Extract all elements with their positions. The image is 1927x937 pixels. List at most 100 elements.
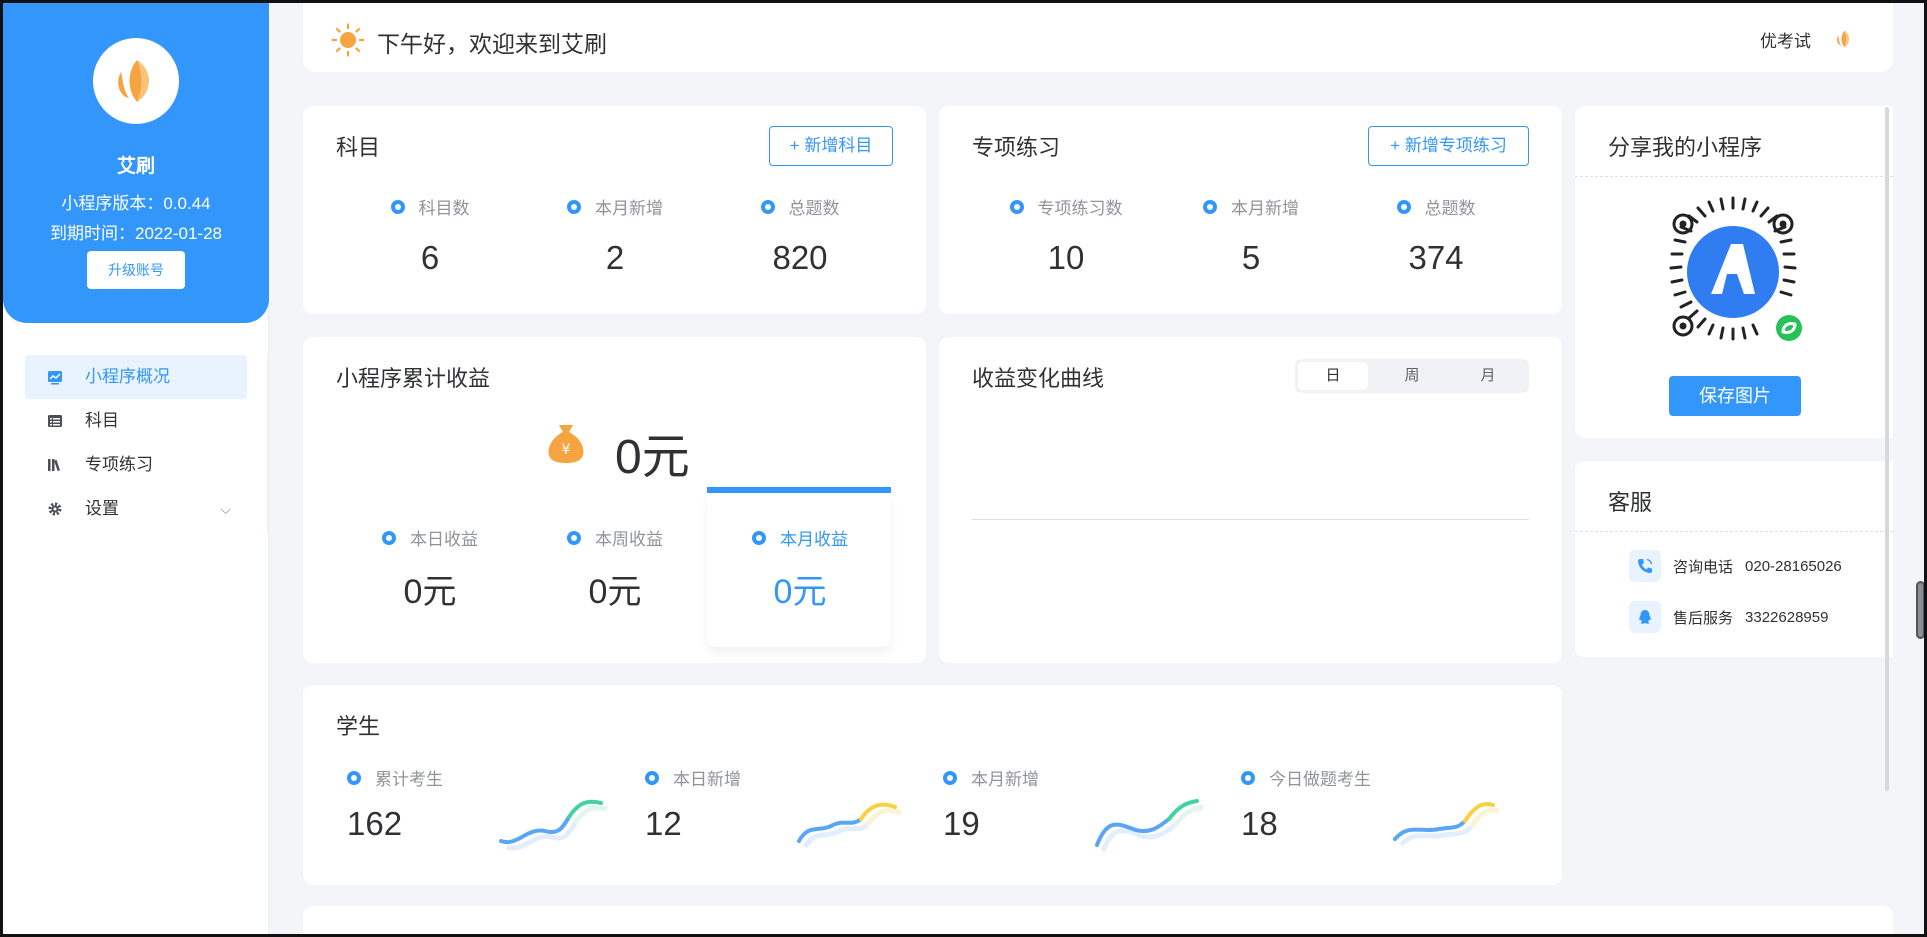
tab-month[interactable]: 月 <box>1453 362 1523 390</box>
stat-label: 总题数 <box>1424 199 1476 218</box>
ring-icon <box>1241 770 1255 785</box>
divider <box>1575 176 1893 177</box>
stat-label: 本月新增 <box>971 770 1039 789</box>
stat-subject-count: 科目数 6 <box>337 194 523 277</box>
student-value: 12 <box>645 805 682 842</box>
list-icon <box>48 415 62 427</box>
service-title: 客服 <box>1608 490 1653 515</box>
ring-icon <box>390 199 405 214</box>
ring-icon <box>347 770 361 785</box>
sidebar: 艾刷 小程序版本：0.0.44 到期时间：2022-01-28 升级账号 小程序… <box>3 3 269 934</box>
earnings-card: 小程序累计收益 ¥ 0元 本日收益 0元 本周收益 0元 本月收益 0元 <box>303 337 926 663</box>
earnings-curve-card: 收益变化曲线 日 周 月 <box>939 337 1562 663</box>
app-window: 艾刷 小程序版本：0.0.44 到期时间：2022-01-28 升级账号 小程序… <box>0 0 1927 937</box>
ring-icon <box>1396 199 1411 214</box>
subjects-title: 科目 <box>336 135 381 160</box>
earn-value: 0元 <box>773 573 827 611</box>
sparkline-icon <box>1393 802 1500 847</box>
stat-label: 累计考生 <box>375 770 443 789</box>
sidebar-item-subjects[interactable]: 科目 <box>25 399 247 443</box>
stat-practice-month-new: 本月新增 5 <box>1158 194 1344 277</box>
period-segmented-control: 日 周 月 <box>1295 359 1529 393</box>
qr-code-icon <box>1669 196 1805 344</box>
gear-icon <box>48 502 62 516</box>
earn-value: 0元 <box>588 573 642 611</box>
stat-label: 科目数 <box>418 199 470 218</box>
ring-icon <box>1203 199 1217 214</box>
stat-value: 5 <box>1241 239 1261 276</box>
upgrade-button[interactable]: 升级账号 <box>87 251 185 289</box>
students-card: 学生 累计考生 162 本日新增 12 本月新增 19 今日做题考生 18 <box>303 685 1562 885</box>
user-name[interactable]: 优考试 <box>1760 27 1811 52</box>
qq-number: 3322628959 <box>1745 608 1829 626</box>
sun-icon <box>331 23 365 57</box>
add-practice-button[interactable]: + 新增专项练习 <box>1368 126 1529 166</box>
curve-title: 收益变化曲线 <box>972 366 1105 391</box>
stat-value: 6 <box>420 239 440 276</box>
earnings-total: 0元 <box>615 431 690 484</box>
student-value: 162 <box>347 805 403 842</box>
earn-value: 0元 <box>403 573 457 611</box>
leaf-logo-icon <box>118 60 149 102</box>
curve-x-axis <box>972 519 1529 520</box>
sparkline-icon <box>499 799 608 851</box>
earnings-title: 小程序累计收益 <box>336 366 491 391</box>
tab-week[interactable]: 周 <box>1377 362 1447 390</box>
profile-panel: 艾刷 小程序版本：0.0.44 到期时间：2022-01-28 升级账号 <box>3 3 269 323</box>
phone-number: 020-28165026 <box>1745 557 1842 575</box>
earn-week[interactable]: 本周收益 0元 <box>522 525 708 613</box>
stat-label: 专项练习数 <box>1037 199 1123 218</box>
stat-label: 本月收益 <box>780 530 848 549</box>
qq-icon <box>1629 601 1661 633</box>
stat-value: 820 <box>772 239 828 276</box>
service-phone-row: 咨询电话 020-28165026 <box>1629 549 1842 583</box>
ring-icon <box>567 199 581 214</box>
app-logo <box>93 38 179 124</box>
sidebar-item-overview[interactable]: 小程序概况 <box>25 355 247 399</box>
books-icon <box>48 459 60 472</box>
sidebar-item-practice[interactable]: 专项练习 <box>25 443 247 487</box>
ring-icon <box>943 770 957 785</box>
money-bag-icon: ¥ <box>548 425 584 463</box>
ring-icon <box>1009 199 1024 214</box>
add-subject-button[interactable]: + 新增科目 <box>769 126 893 166</box>
page-scrollbar-thumb[interactable] <box>1916 581 1924 639</box>
student-value: 18 <box>1241 805 1278 842</box>
ring-icon <box>760 199 775 214</box>
student-value: 19 <box>943 805 980 842</box>
sidebar-item-label: 设置 <box>85 499 119 518</box>
greeting-text: 下午好，欢迎来到艾刷 <box>377 31 607 57</box>
earn-day[interactable]: 本日收益 0元 <box>337 525 523 613</box>
share-card: 分享我的小程序 保存图片 <box>1575 106 1893 438</box>
stat-value: 374 <box>1408 239 1464 276</box>
stat-label: 今日做题考生 <box>1269 770 1371 789</box>
next-card-partial <box>303 906 1893 934</box>
stat-value: 2 <box>605 239 625 276</box>
ring-icon <box>382 530 396 545</box>
customer-service-card: 客服 咨询电话 020-28165026 售后服务 3322628959 <box>1575 461 1893 657</box>
student-day-new: 本日新增 12 <box>635 765 935 865</box>
sidebar-item-settings[interactable]: 设置 ⌵ <box>25 487 247 531</box>
phone-icon <box>1629 550 1661 582</box>
inner-scrollbar[interactable] <box>1885 107 1889 791</box>
phone-label: 咨询电话 <box>1673 558 1734 576</box>
app-name: 艾刷 <box>116 156 155 177</box>
ring-icon <box>645 770 659 785</box>
chevron-down-icon: ⌵ <box>220 501 231 517</box>
sidebar-item-label: 专项练习 <box>85 455 153 474</box>
save-image-button[interactable]: 保存图片 <box>1669 376 1801 416</box>
user-avatar-icon[interactable] <box>1835 29 1853 49</box>
earn-month[interactable]: 本月收益 0元 <box>707 525 893 613</box>
tab-day[interactable]: 日 <box>1298 362 1368 390</box>
ring-icon <box>752 530 766 545</box>
service-qq-row: 售后服务 3322628959 <box>1629 600 1828 634</box>
stat-label: 本日收益 <box>410 530 478 549</box>
stat-subject-month-new: 本月新增 2 <box>522 194 708 277</box>
divider <box>1575 531 1893 532</box>
svg-text:¥: ¥ <box>562 442 571 458</box>
stat-label: 总题数 <box>788 199 840 218</box>
app-version: 小程序版本：0.0.44 <box>61 194 211 213</box>
stat-label: 本日新增 <box>673 770 741 789</box>
stat-practice-count: 专项练习数 10 <box>973 194 1159 277</box>
sparkline-icon <box>797 802 902 849</box>
